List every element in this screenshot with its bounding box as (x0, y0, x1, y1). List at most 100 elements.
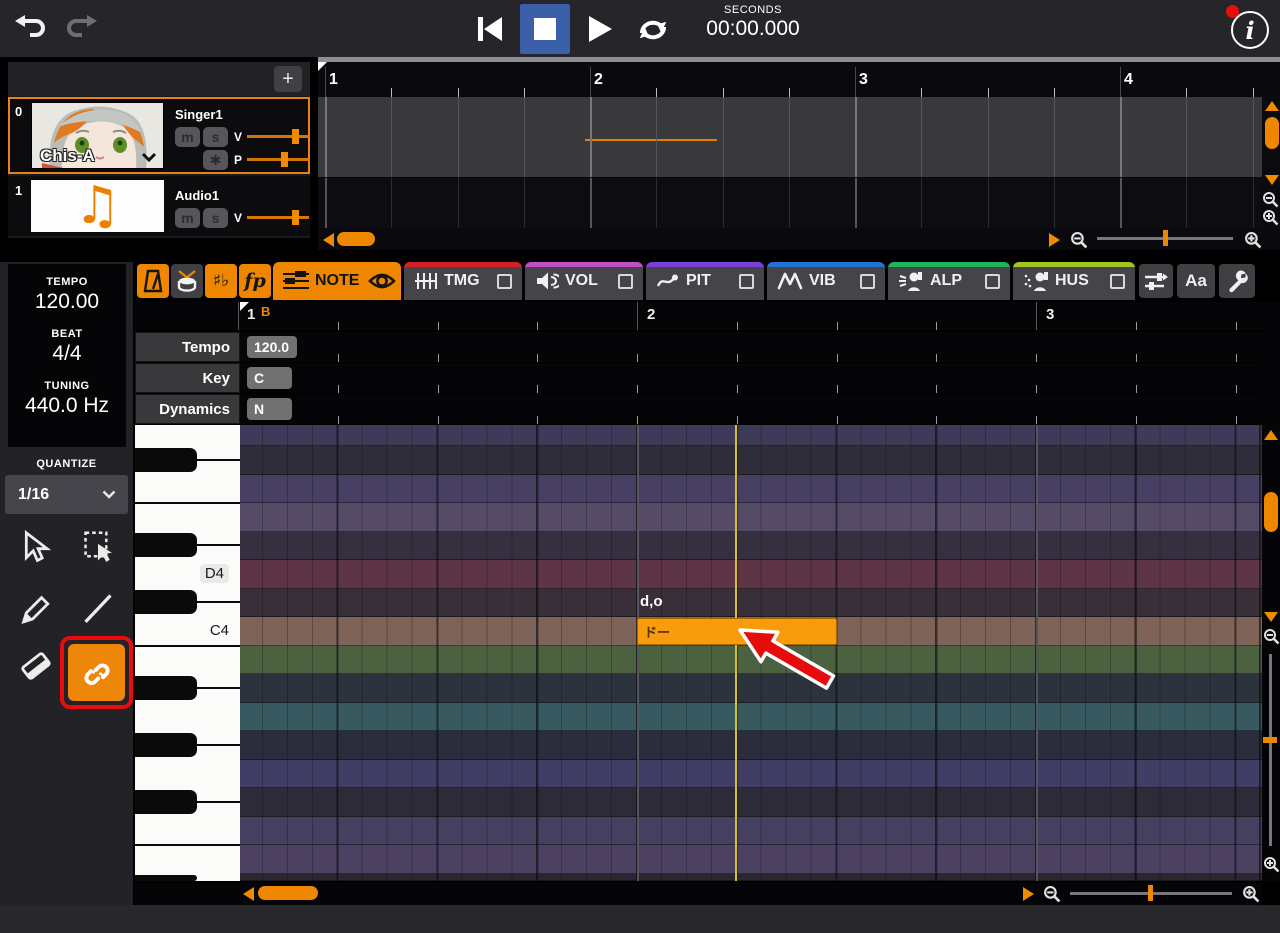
rewind-button[interactable] (470, 10, 510, 48)
piano-key-dsharp4[interactable] (135, 533, 197, 557)
marquee-select-tool-button[interactable] (72, 524, 124, 572)
mute-button[interactable]: m (175, 208, 200, 228)
pianoroll-vzoom-out-button[interactable] (1263, 628, 1280, 645)
pianoroll-vertical-scrollbar[interactable] (1264, 492, 1278, 532)
timeline-scroll-left-arrow[interactable] (323, 233, 334, 247)
volume-slider-handle[interactable] (292, 210, 299, 225)
tab-alp[interactable]: ALP (888, 262, 1010, 300)
pointer-tool-button[interactable] (10, 524, 62, 572)
piano-key-asharp3[interactable] (135, 676, 197, 700)
pencil-tool-button[interactable] (10, 584, 62, 632)
pianoroll-scroll-down-arrow[interactable] (1264, 612, 1278, 622)
vib-show-checkbox[interactable] (860, 274, 875, 289)
tab-pit[interactable]: PIT (646, 262, 764, 300)
tempo-value[interactable]: 120.00 (35, 290, 99, 314)
piano-key-gsharp3[interactable] (135, 733, 197, 757)
timeline-hzoom-slider[interactable] (1097, 237, 1233, 240)
pianoroll-hzoom-slider[interactable] (1070, 892, 1232, 895)
stop-button[interactable] (520, 4, 570, 54)
timeline-ruler[interactable]: 1 2 3 4 (318, 62, 1280, 97)
tab-note[interactable]: NOTE (273, 262, 401, 300)
pit-show-checkbox[interactable] (739, 274, 754, 289)
tab-vib[interactable]: VIB (767, 262, 885, 300)
pianoroll-hzoom-in-button[interactable] (1242, 885, 1260, 903)
tab-vol[interactable]: VOL (525, 262, 643, 300)
timeline-hzoom-handle[interactable] (1163, 230, 1168, 246)
tab-hus[interactable]: HUS (1013, 262, 1135, 300)
singer-volume-slider[interactable] (247, 135, 309, 138)
tempo-row-lane[interactable]: 120.0 (240, 332, 1262, 362)
timeline-vertical-scrollbar[interactable] (1265, 117, 1279, 149)
mute-button[interactable]: m (175, 127, 200, 147)
settings-button[interactable] (1219, 264, 1255, 298)
line-tool-button[interactable] (72, 584, 124, 632)
visibility-eye-icon[interactable] (367, 270, 397, 292)
pianoroll-scroll-right-arrow[interactable] (1023, 887, 1034, 901)
solo-button[interactable]: s (203, 127, 228, 147)
solo-button[interactable]: s (203, 208, 228, 228)
track-row-audio1[interactable]: 1 ♫ Audio1 m s V (8, 176, 310, 236)
pianoroll-ruler[interactable]: 1 B 2 3 (135, 302, 1262, 330)
pianoroll-vzoom-slider[interactable] (1269, 654, 1272, 846)
piano-key-fsharp4[interactable] (135, 448, 197, 472)
voice-chevron-down-icon[interactable] (141, 152, 157, 162)
singer-clip-note-preview[interactable] (585, 139, 717, 141)
piano-keyboard[interactable]: D4 C4 (135, 425, 240, 881)
piano-key-fsharp3[interactable] (135, 790, 197, 814)
piano-key-csharp4[interactable] (135, 590, 197, 614)
timeline-singer-track-lane[interactable] (318, 97, 1262, 177)
timeline-vzoom-in-button[interactable] (1262, 209, 1279, 226)
add-track-button[interactable]: + (274, 66, 302, 92)
dynamics-row-lane[interactable]: N (240, 394, 1262, 424)
mixer-button[interactable] (1139, 264, 1173, 298)
quantize-dropdown[interactable]: 1/16 (5, 475, 128, 514)
singer-pan-slider[interactable] (247, 158, 309, 161)
pianoroll-vzoom-handle[interactable] (1263, 737, 1277, 743)
loop-button[interactable] (632, 12, 674, 48)
dynamics-event-pill[interactable]: N (247, 398, 292, 420)
timeline-vzoom-out-button[interactable] (1262, 191, 1279, 208)
key-event-pill[interactable]: C (247, 367, 292, 389)
undo-button[interactable] (12, 12, 50, 44)
timeline-scroll-up-arrow[interactable] (1265, 101, 1279, 111)
tempo-event-pill[interactable]: 120.0 (247, 336, 297, 358)
pianoroll-hzoom-handle[interactable] (1148, 885, 1153, 901)
metronome-button[interactable] (137, 264, 169, 298)
pianoroll-horizontal-scrollbar[interactable] (258, 886, 318, 900)
singer-avatar[interactable]: Chis-A (31, 102, 164, 169)
alp-show-checkbox[interactable] (985, 274, 1000, 289)
pianoroll-vzoom-in-button[interactable] (1263, 856, 1280, 873)
play-button[interactable] (580, 10, 620, 48)
volume-slider-handle[interactable] (292, 129, 299, 144)
redo-button[interactable] (62, 12, 100, 44)
drum-button[interactable] (171, 264, 203, 298)
pianoroll-scroll-up-arrow[interactable] (1264, 430, 1278, 440)
track-row-singer1[interactable]: 0 Chis-A (8, 97, 310, 174)
tmg-show-checkbox[interactable] (497, 274, 512, 289)
timeline-hzoom-out-button[interactable] (1070, 231, 1088, 249)
timeline-scroll-right-arrow[interactable] (1049, 233, 1060, 247)
piano-key-dsharp3[interactable] (135, 875, 197, 881)
dynamics-button[interactable]: fp (239, 264, 271, 298)
timeline-audio-track-lane[interactable] (318, 178, 1262, 228)
key-signature-button[interactable]: ♯♭ (205, 264, 237, 298)
vol-show-checkbox[interactable] (618, 274, 633, 289)
hus-show-checkbox[interactable] (1110, 274, 1125, 289)
pianoroll-hzoom-out-button[interactable] (1043, 885, 1061, 903)
audio-thumbnail[interactable]: ♫ (31, 180, 164, 232)
info-button[interactable]: i (1231, 11, 1269, 49)
pianoroll-scroll-left-arrow[interactable] (243, 887, 254, 901)
lyrics-font-button[interactable]: Aa (1177, 264, 1215, 298)
key-row-lane[interactable]: C (240, 363, 1262, 393)
special-voice-button[interactable]: ✱ (203, 150, 228, 170)
timeline-hzoom-in-button[interactable] (1244, 231, 1262, 249)
timeline-horizontal-scrollbar[interactable] (337, 232, 375, 246)
tab-tmg[interactable]: TMG (404, 262, 522, 300)
beat-value[interactable]: 4/4 (52, 342, 81, 366)
eraser-tool-button[interactable] (10, 642, 62, 690)
audio-volume-slider[interactable] (247, 216, 309, 219)
timeline-scroll-down-arrow[interactable] (1265, 175, 1279, 185)
pan-slider-handle[interactable] (281, 152, 288, 167)
note-grid[interactable]: d,o ドー (240, 425, 1262, 881)
tuning-value[interactable]: 440.0 Hz (25, 394, 109, 418)
